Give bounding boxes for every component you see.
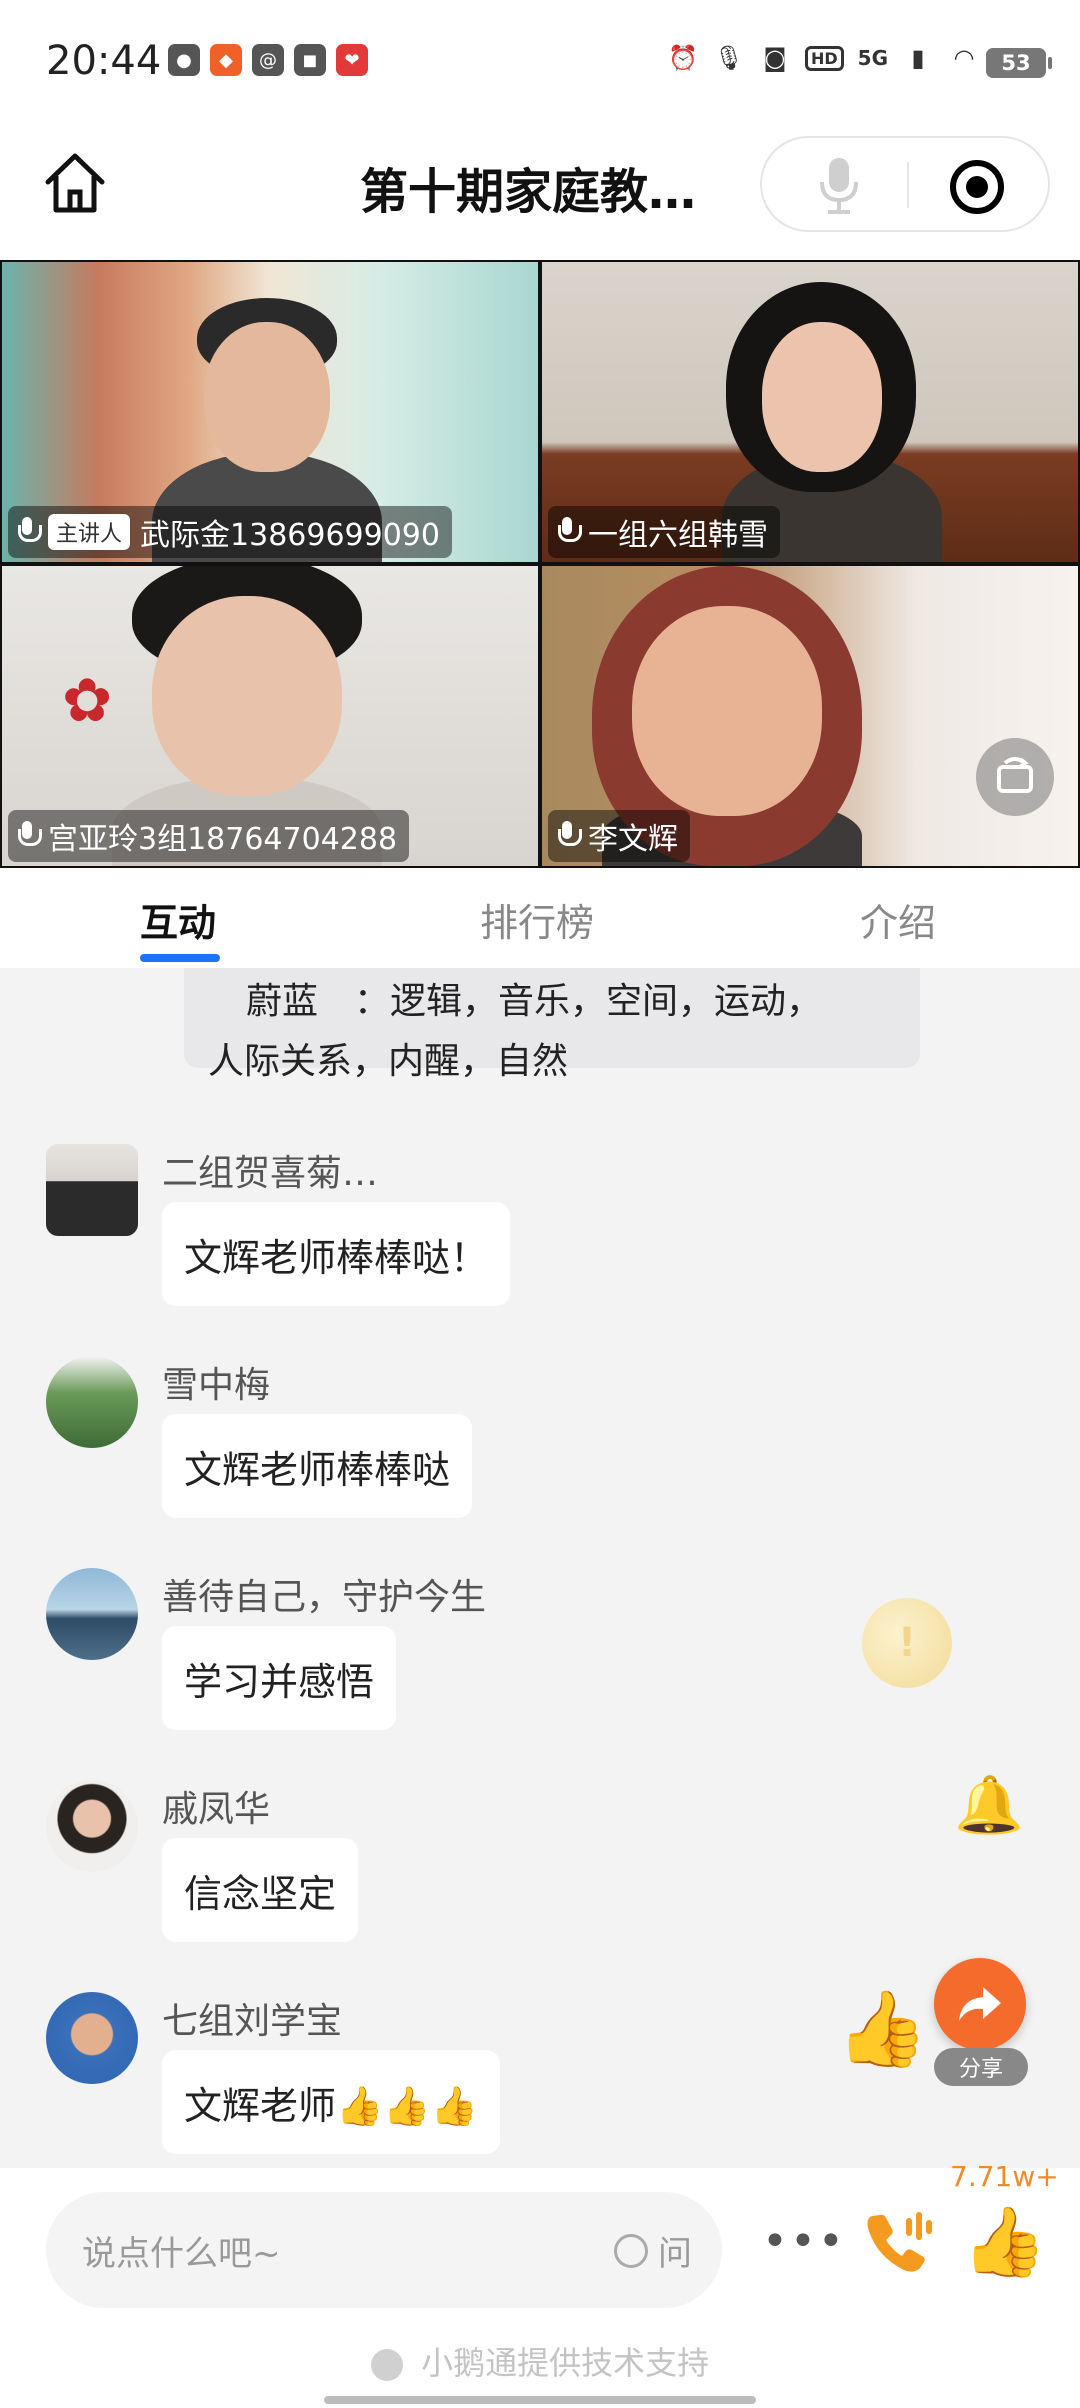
participant-name: 武际金13869699090 (140, 518, 440, 553)
participant-name: 一组六组韩雪 (588, 518, 768, 553)
message-bubble: 文辉老师👍👍👍 (162, 2050, 500, 2154)
pinned-message-line-1: 蔚蓝 ：逻辑，音乐，空间，运动， (246, 981, 823, 1022)
ask-label: 问 (658, 2234, 692, 2274)
avatar[interactable] (46, 1356, 138, 1448)
ask-checkbox-icon (614, 2233, 648, 2268)
pinned-message-line-2: 人际关系，内醒，自然 (208, 1041, 569, 1082)
chat-area[interactable]: 蔚蓝 ：逻辑，音乐，空间，运动， 人际关系，内醒，自然 二组贺喜菊… 文辉老师棒… (0, 968, 1080, 2168)
mic-icon (16, 821, 42, 851)
floating-like-icon: 👍 (836, 1986, 929, 2072)
ask-question-toggle[interactable]: 问 (614, 2226, 692, 2275)
mini-program-capsule (760, 136, 1050, 232)
footer-credit: 小鹅通提供技术支持 (0, 2338, 1080, 2384)
network-type: 5G (857, 46, 888, 70)
rotate-camera-button[interactable] (976, 738, 1054, 816)
video-tile-1-name-tag: 主讲人 武际金13869699090 (8, 506, 452, 558)
participant-name: 宫亚玲3组18764704288 (48, 822, 398, 857)
status-bar: 20:44 ● ◆ @ ◼ ❤ ⏰ 🎙 ◙ HD 5G ▮ ◠ 53 (0, 0, 1080, 128)
page-title: 第十期家庭教… (360, 164, 697, 220)
speaker-3-face (152, 596, 342, 796)
avatar[interactable] (46, 1568, 138, 1660)
voice-button[interactable] (814, 154, 864, 216)
video-tile-4-name-tag: 李文辉 (548, 810, 690, 862)
message-bubble: 文辉老师棒棒哒 (162, 1414, 473, 1518)
signal-icon: ▮ (911, 44, 925, 72)
comment-placeholder: 说点什么吧~ (82, 2234, 281, 2274)
avatar[interactable] (46, 1992, 138, 2084)
tab-introduction[interactable]: 介绍 (860, 892, 936, 947)
video-tile-1[interactable]: 主讲人 武际金13869699090 (2, 262, 538, 562)
credit-text: 小鹅通提供技术支持 (421, 2344, 710, 2382)
mic-icon (16, 517, 42, 547)
tab-bar: 互动 排行榜 介绍 (0, 868, 1080, 968)
speaker-2-face (762, 322, 882, 472)
like-icon[interactable]: 👍 (962, 2202, 1047, 2282)
capsule-divider (907, 162, 909, 208)
video-tile-2-name-tag: 一组六组韩雪 (548, 506, 780, 558)
camera-status-icon: ◙ (763, 44, 787, 72)
chat-message: 雪中梅 文辉老师棒棒哒 (0, 1356, 1080, 1566)
wechat-icon: ● (168, 44, 200, 76)
host-badge: 主讲人 (48, 514, 131, 550)
avatar[interactable] (46, 1780, 138, 1872)
speaker-4-face (632, 606, 822, 816)
home-icon (45, 153, 105, 213)
video-tile-2[interactable]: 一组六组韩雪 (542, 262, 1078, 562)
like-count: 7.71w+ (950, 2160, 1059, 2193)
video-tile-3[interactable]: ✿ 宫亚玲3组18764704288 (2, 566, 538, 866)
bottom-input-bar: 说点什么吧~ 问 ••• 7.71w+ 👍 小鹅通提供技术支持 (0, 2160, 1080, 2408)
share-label[interactable]: 分享 (934, 2048, 1028, 2086)
message-bubble: 信念坚定 (162, 1838, 359, 1942)
status-app-icons: ● ◆ @ ◼ ❤ (168, 44, 368, 76)
tab-active-indicator (140, 954, 220, 962)
comment-input[interactable]: 说点什么吧~ 问 (46, 2192, 722, 2308)
chat-message: 二组贺喜菊… 文辉老师棒棒哒！ (0, 1144, 1080, 1354)
chat-message: 戚凤华 信念坚定 (0, 1780, 1080, 1990)
credit-logo-icon (370, 2349, 403, 2381)
sender-name: 善待自己，守护今生 (162, 1577, 487, 1618)
flower-decoration: ✿ (62, 666, 113, 736)
app-icon-red: ❤ (336, 44, 368, 76)
share-icon (959, 1987, 1001, 2021)
mic-icon (556, 517, 582, 547)
bell-icon[interactable]: 🔔 (954, 1772, 1024, 1838)
phone-svg (867, 2212, 932, 2272)
phone-icon[interactable] (858, 2204, 938, 2284)
avatar[interactable] (46, 1144, 138, 1236)
message-bubble: 文辉老师棒棒哒！ (162, 1202, 511, 1306)
speaker-1-face (204, 322, 330, 472)
share-button[interactable] (934, 1958, 1026, 2050)
tab-interaction[interactable]: 互动 (140, 892, 216, 947)
message-bubble: 学习并感悟 (162, 1626, 397, 1730)
video-grid: 主讲人 武际金13869699090 一组六组韩雪 ✿ 宫亚玲3组1876470… (0, 260, 1080, 868)
home-button[interactable] (40, 148, 110, 218)
sender-name: 雪中梅 (162, 1365, 271, 1406)
home-indicator[interactable] (324, 2396, 756, 2404)
mic-icon (820, 158, 858, 214)
record-icon[interactable] (950, 160, 1004, 214)
sender-name: 二组贺喜菊… (162, 1153, 379, 1194)
app-icon-orange: ◆ (210, 44, 242, 76)
status-time: 20:44 (46, 38, 162, 84)
hd-badge: HD (804, 45, 844, 71)
participant-name: 李文辉 (588, 822, 678, 857)
more-icon[interactable]: ••• (762, 2216, 846, 2267)
sender-name: 戚凤华 (162, 1789, 271, 1830)
app-icon-at: @ (252, 44, 284, 76)
sender-name: 七组刘学宝 (162, 2001, 343, 2042)
video-tile-4[interactable]: 李文辉 (542, 566, 1078, 866)
tab-leaderboard[interactable]: 排行榜 (480, 892, 594, 947)
page-header: 第十期家庭教… (0, 128, 1080, 260)
video-tile-3-name-tag: 宫亚玲3组18764704288 (8, 810, 410, 862)
taobao-icon: ◼ (294, 44, 326, 76)
mic-icon (556, 821, 582, 851)
mic-status-icon: 🎙 (713, 44, 745, 72)
pinned-message-bubble: 蔚蓝 ：逻辑，音乐，空间，运动， 人际关系，内醒，自然 (184, 968, 920, 1082)
wifi-icon: ◠ (953, 44, 975, 72)
rotate-camera-icon (997, 757, 1033, 793)
system-status-icons: ⏰ 🎙 ◙ HD 5G ▮ ◠ (667, 42, 980, 74)
alarm-icon: ⏰ (668, 44, 698, 72)
coin-icon[interactable]: ! (862, 1598, 952, 1688)
battery-indicator: 53 (986, 48, 1052, 78)
